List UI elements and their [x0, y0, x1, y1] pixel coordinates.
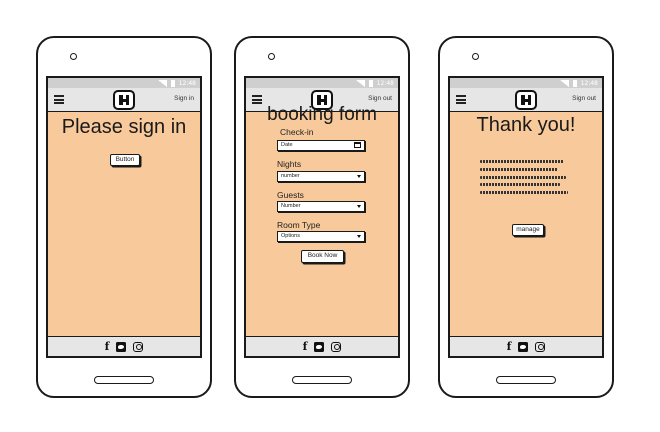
signal-icon — [157, 79, 167, 87]
chevron-down-icon — [357, 235, 361, 238]
home-button[interactable] — [94, 376, 154, 384]
nights-select[interactable]: number — [277, 171, 365, 182]
page-title: booking form — [267, 104, 377, 125]
book-now-button[interactable]: Book Now — [301, 250, 344, 263]
page-title: Please sign in — [61, 116, 187, 138]
facebook-icon[interactable]: f — [105, 340, 110, 353]
screen: 12:48 Sign out Thank you! manage f — [448, 76, 604, 358]
status-time: 12:48 — [178, 79, 196, 87]
logo[interactable] — [113, 90, 135, 110]
home-button[interactable] — [496, 376, 556, 384]
facebook-icon[interactable]: f — [303, 340, 308, 353]
phone-sign-in: 12:48 Sign in Please sign in Button f — [36, 36, 212, 398]
sign-in-link[interactable]: Sign in — [174, 95, 194, 102]
chevron-down-icon — [357, 175, 361, 178]
booking-form: booking form Check-in Date Nights number… — [246, 104, 398, 324]
menu-icon[interactable] — [456, 95, 466, 104]
instagram-icon[interactable] — [133, 341, 144, 352]
content: Please sign in Button — [48, 112, 200, 324]
sign-out-link[interactable]: Sign out — [572, 95, 596, 102]
twitter-icon[interactable] — [314, 341, 325, 352]
navbar: Sign in — [48, 88, 200, 112]
camera-icon — [268, 53, 275, 60]
guests-label: Guests — [277, 190, 304, 200]
signal-icon — [355, 79, 365, 87]
facebook-icon[interactable]: f — [507, 340, 512, 353]
instagram-icon[interactable] — [535, 341, 546, 352]
signal-icon — [559, 79, 569, 87]
sign-out-link[interactable]: Sign out — [368, 95, 392, 102]
battery-icon — [170, 79, 175, 87]
status-time: 12:48 — [580, 79, 598, 87]
status-time: 12:48 — [376, 79, 394, 87]
sign-in-button[interactable]: Button — [110, 154, 140, 166]
status-bar: 12:48 — [246, 78, 398, 88]
room-type-select[interactable]: Options — [277, 231, 365, 242]
camera-icon — [472, 53, 479, 60]
nights-label: Nights — [277, 159, 302, 169]
placeholder-text — [480, 160, 570, 199]
page-title: Thank you! — [476, 114, 576, 136]
phone-booking-form: 12:48 Sign out booking form Check-in Dat… — [234, 36, 410, 398]
footer: f — [450, 336, 602, 356]
twitter-icon[interactable] — [518, 341, 529, 352]
battery-icon — [572, 79, 577, 87]
check-in-date-field[interactable]: Date — [277, 140, 365, 151]
calendar-icon[interactable] — [354, 142, 361, 148]
chevron-down-icon — [357, 205, 361, 208]
manage-button[interactable]: manage — [512, 224, 544, 236]
status-bar: 12:48 — [450, 78, 602, 88]
screen: 12:48 Sign in Please sign in Button f — [46, 76, 202, 358]
status-bar: 12:48 — [48, 78, 200, 88]
footer: f — [246, 336, 398, 356]
room-type-label: Room Type — [277, 220, 321, 230]
menu-icon[interactable] — [252, 95, 262, 104]
navbar: Sign out — [450, 88, 602, 112]
battery-icon — [368, 79, 373, 87]
twitter-icon[interactable] — [116, 341, 127, 352]
phone-thank-you: 12:48 Sign out Thank you! manage f — [438, 36, 614, 398]
content: Thank you! manage — [450, 112, 602, 324]
check-in-label: Check-in — [280, 127, 314, 137]
home-button[interactable] — [292, 376, 352, 384]
menu-icon[interactable] — [54, 95, 64, 104]
logo[interactable] — [515, 90, 537, 110]
camera-icon — [70, 53, 77, 60]
guests-select[interactable]: Number — [277, 201, 365, 212]
instagram-icon[interactable] — [331, 341, 342, 352]
footer: f — [48, 336, 200, 356]
screen: 12:48 Sign out booking form Check-in Dat… — [244, 76, 400, 358]
